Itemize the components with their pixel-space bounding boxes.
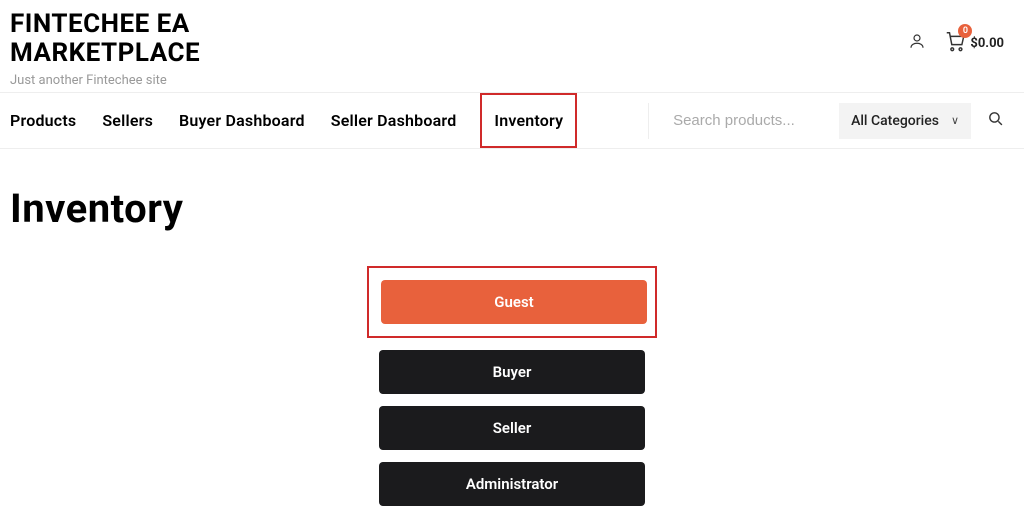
content: Inventory Guest Buyer Seller Administrat…: [0, 149, 1024, 506]
role-list: Buyer Seller Administrator: [379, 350, 645, 506]
cart-link[interactable]: 0 $0.00: [944, 30, 1004, 56]
chevron-down-icon: ∨: [951, 114, 959, 127]
search-icon[interactable]: [987, 110, 1004, 131]
search-input[interactable]: [673, 112, 823, 129]
brand-title[interactable]: FINTECHEE EA MARKETPLACE: [10, 10, 200, 67]
brand-title-line1: FINTECHEE EA: [10, 9, 190, 39]
category-select[interactable]: All Categories ∨: [839, 103, 971, 139]
search-area: All Categories ∨: [648, 103, 1014, 139]
role-buyer-button[interactable]: Buyer: [379, 350, 645, 394]
user-icon[interactable]: [908, 32, 926, 54]
role-seller-button[interactable]: Seller: [379, 406, 645, 450]
cart-icon: 0: [944, 30, 966, 56]
role-guest-button[interactable]: Guest: [381, 280, 647, 324]
nav-products[interactable]: Products: [10, 93, 76, 148]
role-administrator-button[interactable]: Administrator: [379, 462, 645, 506]
nav-buyer-dashboard[interactable]: Buyer Dashboard: [179, 93, 305, 148]
nav-sellers[interactable]: Sellers: [102, 93, 153, 148]
brand-title-line2: MARKETPLACE: [10, 38, 200, 68]
brand-tagline: Just another Fintechee site: [10, 73, 200, 88]
page-title: Inventory: [10, 185, 1014, 232]
nav-seller-dashboard[interactable]: Seller Dashboard: [331, 93, 457, 148]
nav-inventory[interactable]: Inventory: [480, 93, 577, 148]
nav-row: Products Sellers Buyer Dashboard Seller …: [0, 92, 1024, 149]
brand-block: FINTECHEE EA MARKETPLACE Just another Fi…: [10, 10, 200, 88]
cart-amount: $0.00: [970, 36, 1004, 51]
header-icons: 0 $0.00: [908, 30, 1014, 56]
nav-links: Products Sellers Buyer Dashboard Seller …: [10, 93, 575, 148]
category-label: All Categories: [851, 113, 939, 129]
role-active-panel: Guest: [367, 266, 657, 338]
